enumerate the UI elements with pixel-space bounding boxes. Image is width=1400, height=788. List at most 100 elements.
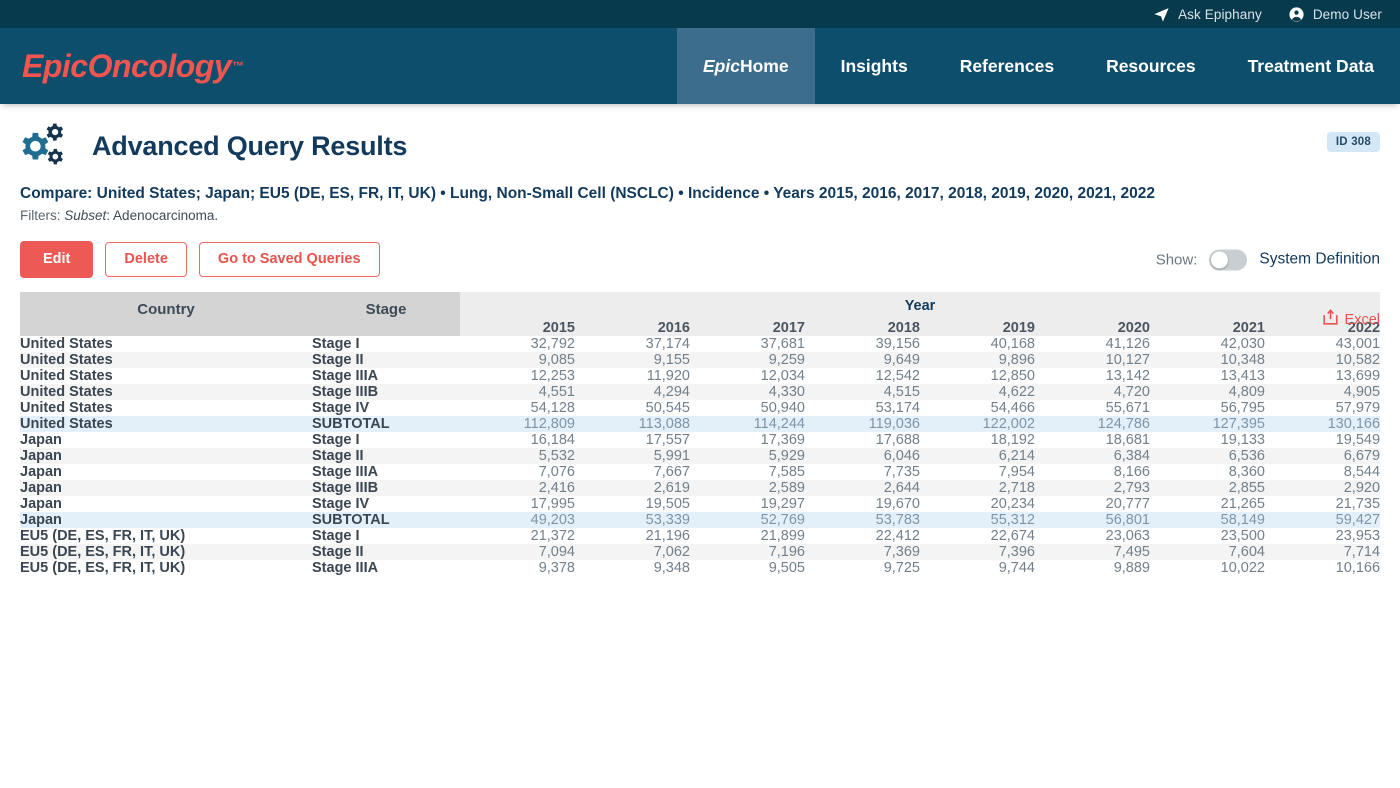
show-system-definition-group: Show: System Definition	[1156, 249, 1380, 271]
header-country-cell[interactable]: Country	[20, 291, 312, 336]
tab-insights[interactable]: Insights	[815, 28, 934, 104]
table-row[interactable]: EU5 (DE, ES, FR, IT, UK) Stage II 7,094 7,0…	[20, 543, 1381, 560]
header-stage-cell[interactable]: Stage	[312, 291, 460, 336]
cell-value-2018: 2,644	[883, 479, 920, 496]
header-year-2021[interactable]: 2021	[1150, 319, 1265, 336]
results-table: Country Stage Year 2015 2016 2017 2018 2…	[20, 291, 1381, 576]
cell-value-2021: 7,604	[1228, 543, 1265, 560]
header-year-2018[interactable]: 2018	[805, 319, 920, 336]
demo-user-link[interactable]: Demo User	[1288, 6, 1382, 23]
brand-logo[interactable]: EpicOncology ™	[0, 28, 244, 104]
header-year-2019[interactable]: 2019	[920, 319, 1035, 336]
cell-value-2015: 9,378	[538, 559, 575, 576]
header-country-label: Country	[137, 301, 195, 319]
tab-treatment-data-label: Treatment Data	[1247, 55, 1374, 76]
cell-value-2019: 55,312	[990, 511, 1035, 528]
cell-value-2019: 9,896	[998, 351, 1035, 368]
title-row: Advanced Query Results ID 308	[20, 122, 1380, 170]
cell-value-2016: 7,062	[653, 543, 690, 560]
cell-value-2022: 21,735	[1335, 495, 1381, 512]
cell-country: Japan	[20, 431, 62, 448]
cell-value-2019: 20,234	[990, 495, 1035, 512]
cell-value-2020: 56,801	[1105, 511, 1150, 528]
cell-value-2021: 42,030	[1220, 335, 1265, 352]
cell-value-2022: 13,699	[1335, 367, 1381, 384]
cell-value-2018: 9,649	[883, 351, 920, 368]
tab-resources-label: Resources	[1106, 55, 1196, 76]
edit-button[interactable]: Edit	[20, 241, 94, 278]
cell-stage: Stage I	[312, 431, 360, 448]
cell-stage: Stage I	[312, 527, 360, 544]
cell-country: EU5 (DE, ES, FR, IT, UK)	[20, 527, 186, 544]
header-year-2020[interactable]: 2020	[1035, 319, 1150, 336]
cell-value-2015: 9,085	[538, 351, 575, 368]
cell-value-2020: 18,681	[1105, 431, 1150, 448]
delete-button[interactable]: Delete	[105, 242, 187, 277]
cell-country: Japan	[20, 479, 62, 496]
cell-value-2016: 50,545	[645, 399, 690, 416]
table-row[interactable]: Japan Stage IIIA 7,076 7,667 7,585 7,735 7,954…	[20, 463, 1381, 480]
main-navigation: EpicOncology ™ Epic Home Insights Referen…	[0, 28, 1400, 104]
excel-export-link[interactable]: Excel	[1321, 308, 1380, 331]
cell-stage: Stage IIIA	[312, 559, 379, 576]
table-row[interactable]: Japan Stage IV 17,995 19,505 19,297 19,670 20,…	[20, 495, 1381, 512]
cell-value-2022: 7,714	[1343, 543, 1381, 560]
cell-value-2018: 53,174	[875, 399, 920, 416]
cell-value-2022: 6,679	[1343, 447, 1381, 464]
cell-value-2015: 17,995	[530, 495, 575, 512]
cell-value-2021: 2,855	[1228, 479, 1265, 496]
cell-value-2019: 7,396	[998, 543, 1035, 560]
table-row[interactable]: United States Stage II 9,085 9,155 9,259 9,64…	[20, 351, 1381, 368]
cell-value-2019: 40,168	[990, 335, 1035, 352]
paper-plane-icon	[1153, 6, 1170, 23]
table-row[interactable]: EU5 (DE, ES, FR, IT, UK) Stage I 21,372 21,…	[20, 527, 1381, 544]
cell-country: EU5 (DE, ES, FR, IT, UK)	[20, 559, 186, 576]
brand-name: EpicOncology	[22, 47, 232, 84]
table-row[interactable]: United States SUBTOTAL 112,809 113,088 114,2…	[20, 415, 1381, 432]
header-year-2015[interactable]: 2015	[460, 319, 575, 336]
table-row[interactable]: United States Stage IV 54,128 50,545 50,940 5…	[20, 399, 1381, 416]
system-definition-toggle[interactable]	[1209, 249, 1248, 271]
ask-epiphany-link[interactable]: Ask Epiphany	[1153, 6, 1262, 23]
cell-value-2017: 12,034	[760, 367, 805, 384]
filters-subset-label: Subset	[64, 208, 107, 224]
go-to-saved-queries-button[interactable]: Go to Saved Queries	[198, 242, 380, 277]
cell-value-2015: 49,203	[530, 511, 575, 528]
cell-value-2018: 53,783	[875, 511, 920, 528]
cell-stage: Stage IIIA	[312, 463, 379, 480]
table-row[interactable]: Japan Stage I 16,184 17,557 17,369 17,688 18,1…	[20, 431, 1381, 448]
header-year-2017[interactable]: 2017	[690, 319, 805, 336]
table-row[interactable]: United States Stage IIIB 4,551 4,294 4,330 4,…	[20, 383, 1381, 400]
cell-value-2015: 7,076	[538, 463, 575, 480]
utility-bar: Ask Epiphany Demo User	[0, 0, 1400, 28]
tab-references[interactable]: References	[934, 28, 1080, 104]
cell-stage: Stage II	[312, 447, 364, 464]
header-stage-label: Stage	[365, 301, 407, 319]
cell-country: United States	[20, 367, 113, 384]
tab-treatment-data[interactable]: Treatment Data	[1222, 28, 1400, 104]
table-row[interactable]: Japan SUBTOTAL 49,203 53,339 52,769 53,783 55,…	[20, 511, 1381, 528]
cell-country: United States	[20, 383, 113, 400]
cell-stage: Stage I	[312, 335, 360, 352]
cell-value-2016: 5,991	[653, 447, 690, 464]
table-row[interactable]: United States Stage IIIA 12,253 11,920 12,03…	[20, 367, 1381, 384]
cell-value-2019: 2,718	[998, 479, 1035, 496]
cell-value-2019: 6,214	[998, 447, 1035, 464]
cell-value-2015: 2,416	[538, 479, 575, 496]
cell-value-2017: 114,244	[753, 415, 805, 432]
table-row[interactable]: Japan Stage IIIB 2,416 2,619 2,589 2,644 2,718…	[20, 479, 1381, 496]
table-row[interactable]: United States Stage I 32,792 37,174 37,681 39…	[20, 335, 1381, 352]
header-year-2016[interactable]: 2016	[575, 319, 690, 336]
table-row[interactable]: Japan Stage II 5,532 5,991 5,929 6,046 6,214 6,…	[20, 447, 1381, 464]
ask-epiphany-label: Ask Epiphany	[1178, 6, 1262, 22]
cell-stage: Stage IIIB	[312, 383, 379, 400]
table-row[interactable]: EU5 (DE, ES, FR, IT, UK) Stage IIIA 9,378 9…	[20, 559, 1381, 576]
cell-value-2022: 8,544	[1343, 463, 1381, 480]
cell-stage: Stage II	[312, 351, 364, 368]
table-header: Country Stage Year 2015 2016 2017 2018 2…	[20, 291, 1381, 336]
cell-value-2022: 4,905	[1343, 383, 1381, 400]
cell-value-2021: 21,265	[1220, 495, 1265, 512]
tab-epic-home[interactable]: Epic Home	[677, 28, 815, 104]
cell-value-2021: 4,809	[1228, 383, 1265, 400]
tab-resources[interactable]: Resources	[1080, 28, 1222, 104]
